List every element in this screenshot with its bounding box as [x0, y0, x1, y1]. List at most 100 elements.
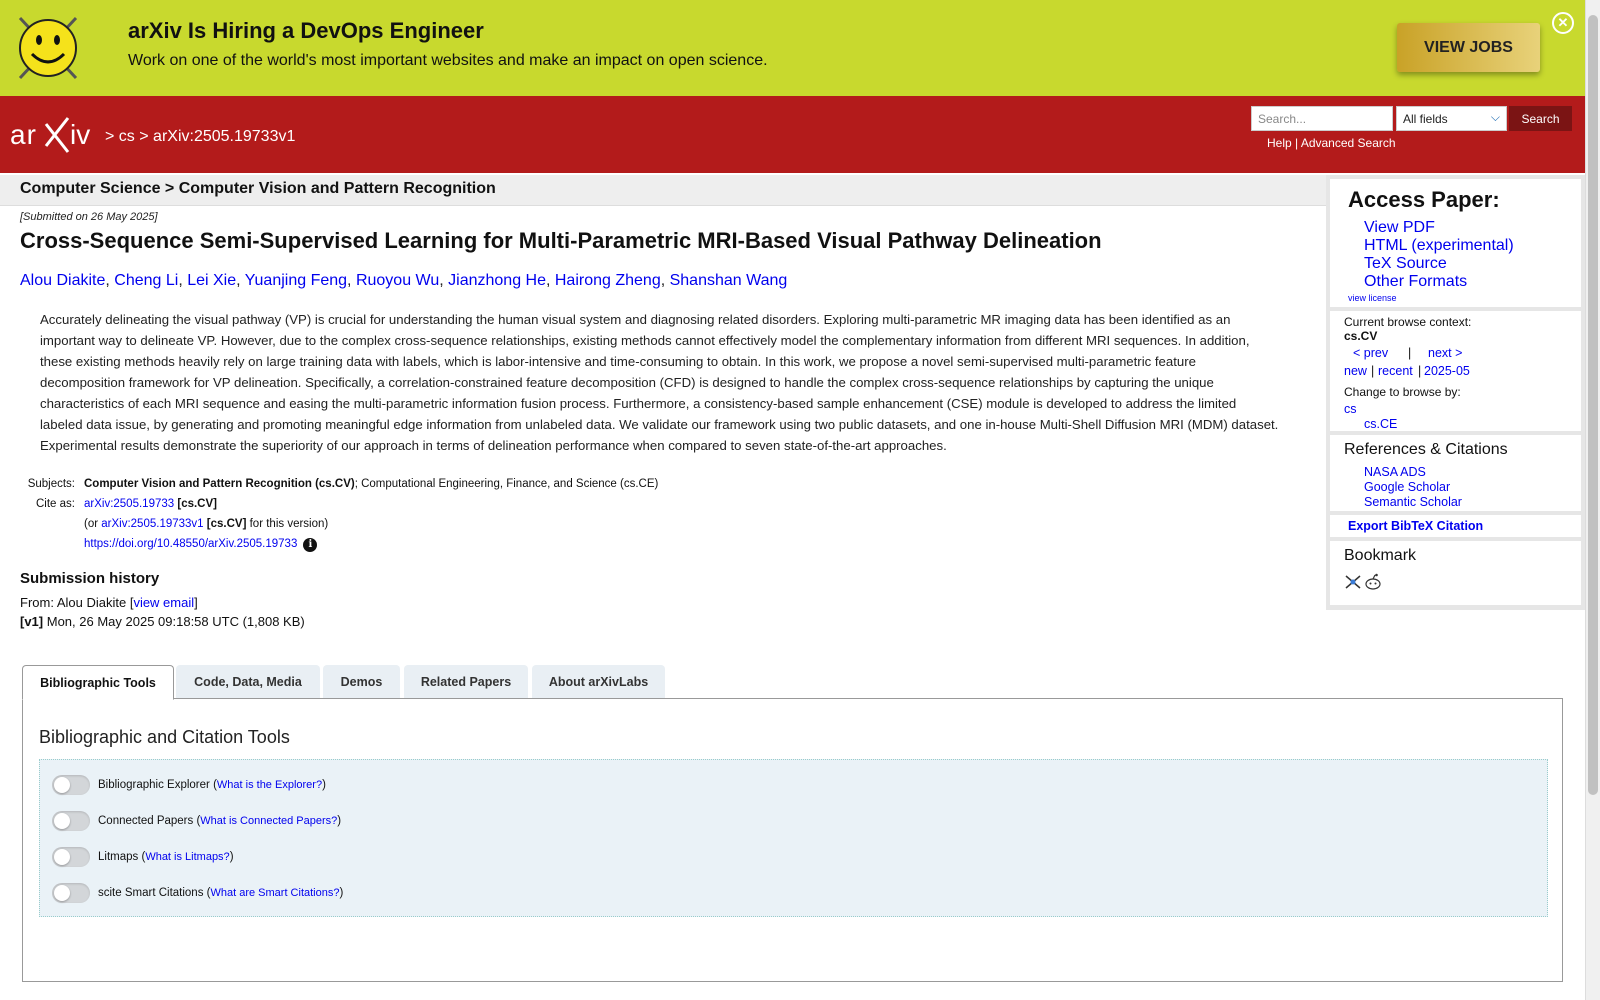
tool-help-link[interactable]: What is Litmaps?	[145, 851, 229, 863]
cite-id-link[interactable]: arXiv:2505.19733	[84, 498, 174, 510]
arxiv-logo[interactable]: ar iv	[10, 116, 102, 154]
explorer-toggle[interactable]	[52, 775, 90, 795]
view-license-link[interactable]: view license	[1348, 293, 1397, 303]
author-link[interactable]: Shanshan Wang	[670, 272, 788, 289]
author-link[interactable]: Hairong Zheng	[555, 272, 661, 289]
author-link[interactable]: Yuanjing Feng	[245, 272, 347, 289]
advanced-search-link[interactable]: Advanced Search	[1301, 136, 1396, 150]
tool-row-explorer: Bibliographic Explorer (What is the Expl…	[52, 775, 326, 795]
breadcrumb: > cs > arXiv:2505.19733v1	[105, 128, 295, 146]
nasa-ads-link[interactable]: NASA ADS	[1364, 465, 1426, 479]
browse-cs-link[interactable]: cs	[1344, 402, 1357, 416]
tab-code-data-media[interactable]: Code, Data, Media	[176, 665, 320, 699]
google-scholar-link[interactable]: Google Scholar	[1364, 480, 1450, 494]
cite-label: Cite as:	[36, 498, 75, 510]
breadcrumb-paper-id: arXiv:2505.19733v1	[153, 128, 296, 145]
tab-related-papers[interactable]: Related Papers	[404, 665, 528, 699]
submission-date: [Submitted on 26 May 2025]	[20, 211, 158, 223]
author-link[interactable]: Alou Diakite	[20, 272, 105, 289]
search-field-value: All fields	[1403, 112, 1448, 126]
page-scrollbar[interactable]	[1585, 0, 1600, 1000]
info-icon[interactable]: i	[303, 538, 318, 552]
bookmark-title: Bookmark	[1344, 547, 1417, 564]
view-jobs-button[interactable]: VIEW JOBS	[1397, 23, 1540, 72]
semantic-scholar-link[interactable]: Semantic Scholar	[1364, 495, 1462, 509]
tool-label: scite Smart Citations	[98, 887, 204, 899]
smiley-logo-icon	[18, 16, 78, 80]
doi-link[interactable]: https://doi.org/10.48550/arXiv.2505.1973…	[84, 538, 297, 550]
tab-bibliographic-tools[interactable]: Bibliographic Tools	[22, 665, 174, 700]
browse-context-value: cs.CV	[1344, 329, 1378, 343]
tool-label: Bibliographic Explorer	[98, 779, 210, 791]
breadcrumb-separator: >	[139, 128, 149, 145]
connected-papers-toggle[interactable]	[52, 811, 90, 831]
tool-label: Connected Papers	[98, 815, 194, 827]
category-header: Computer Science > Computer Vision and P…	[0, 175, 1326, 206]
pipe-separator: |	[1408, 346, 1412, 360]
tab-panel: Bibliographic and Citation Tools Bibliog…	[22, 698, 1563, 982]
author-link[interactable]: Lei Xie	[187, 272, 236, 289]
subjects-value: Computer Vision and Pattern Recognition …	[81, 477, 661, 497]
tool-help-link[interactable]: What are Smart Citations?	[210, 887, 339, 899]
tools-list: Bibliographic Explorer (What is the Expl…	[39, 759, 1548, 917]
tab-demos[interactable]: Demos	[323, 665, 400, 699]
banner-title: arXiv Is Hiring a DevOps Engineer	[128, 18, 484, 43]
recent-link[interactable]: recent	[1378, 364, 1413, 378]
right-sidebar: Access Paper: View PDF HTML (experimenta…	[1326, 175, 1585, 610]
hiring-banner: arXiv Is Hiring a DevOps Engineer Work o…	[0, 0, 1585, 96]
browse-context-label: Current browse context:	[1344, 315, 1472, 329]
primary-subject: Computer Vision and Pattern Recognition …	[84, 478, 355, 490]
tool-row-scite: scite Smart Citations (What are Smart Ci…	[52, 883, 343, 903]
bibsonomy-icon[interactable]	[1344, 573, 1362, 591]
cite-or-text: (or	[84, 518, 99, 530]
cite-version-category: [cs.CV]	[206, 518, 247, 530]
cite-version-text: for this version)	[249, 518, 329, 530]
author-link[interactable]: Cheng Li	[114, 272, 178, 289]
author-link[interactable]: Jianzhong He	[448, 272, 546, 289]
tex-source-link[interactable]: TeX Source	[1364, 255, 1447, 273]
help-link[interactable]: Help	[1267, 136, 1292, 150]
version-label: [v1]	[20, 614, 44, 629]
browse-csce-link[interactable]: cs.CE	[1364, 417, 1397, 431]
submitter-line: From: Alou Diakite [view email]	[20, 595, 198, 610]
breadcrumb-separator: >	[105, 128, 115, 145]
browse-context-box: Current browse context: cs.CV < prev | n…	[1330, 311, 1581, 431]
references-box: References & Citations NASA ADS Google S…	[1330, 435, 1581, 511]
breadcrumb-category-link[interactable]: cs	[119, 128, 135, 145]
change-browse-label: Change to browse by:	[1344, 385, 1461, 399]
next-link[interactable]: next >	[1428, 346, 1462, 360]
html-experimental-link[interactable]: HTML (experimental)	[1364, 237, 1514, 255]
help-links: Help | Advanced Search	[1267, 136, 1396, 150]
tool-help-link[interactable]: What is the Explorer?	[217, 779, 322, 791]
author-link[interactable]: Ruoyou Wu	[356, 272, 439, 289]
cite-version-link[interactable]: arXiv:2505.19733v1	[101, 518, 203, 530]
svg-text:iv: iv	[70, 119, 90, 150]
litmaps-toggle[interactable]	[52, 847, 90, 867]
pipe-separator: |	[1371, 364, 1375, 378]
pipe-separator: |	[1418, 364, 1422, 378]
search-input[interactable]	[1251, 106, 1393, 131]
other-formats-link[interactable]: Other Formats	[1364, 273, 1467, 291]
view-pdf-link[interactable]: View PDF	[1364, 219, 1435, 237]
references-title: References & Citations	[1344, 441, 1508, 458]
site-header: ar iv > cs > arXiv:2505.19733v1 All fiel…	[0, 96, 1585, 173]
tab-about-arxivlabs[interactable]: About arXivLabs	[532, 665, 665, 699]
scite-toggle[interactable]	[52, 883, 90, 903]
search-field-select[interactable]: All fields ⌵	[1396, 106, 1507, 131]
paper-title: Cross-Sequence Semi-Supervised Learning …	[20, 228, 1102, 253]
submitter-text: From: Alou Diakite [	[20, 595, 134, 610]
new-link[interactable]: new	[1344, 364, 1367, 378]
export-box: Export BibTeX Citation	[1330, 515, 1581, 537]
month-link[interactable]: 2025-05	[1424, 364, 1470, 378]
search-button[interactable]: Search	[1509, 106, 1572, 131]
tool-row-connected-papers: Connected Papers (What is Connected Pape…	[52, 811, 341, 831]
scrollbar-thumb[interactable]	[1588, 15, 1598, 795]
empty-cell	[20, 537, 81, 557]
view-email-link[interactable]: view email	[133, 595, 194, 610]
close-icon[interactable]: ✕	[1552, 12, 1574, 34]
tool-help-link[interactable]: What is Connected Papers?	[200, 815, 337, 827]
export-bibtex-link[interactable]: Export BibTeX Citation	[1348, 519, 1483, 533]
help-separator: |	[1295, 136, 1299, 150]
reddit-icon[interactable]	[1364, 573, 1382, 591]
prev-link[interactable]: < prev	[1353, 346, 1388, 360]
